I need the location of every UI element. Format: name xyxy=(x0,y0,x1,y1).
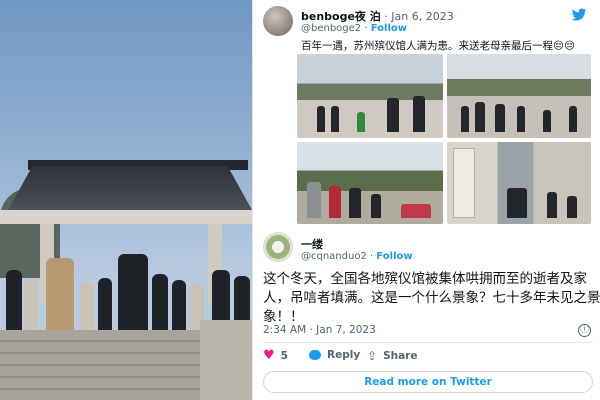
person xyxy=(517,106,525,132)
avatar[interactable] xyxy=(263,6,293,36)
share-button[interactable]: ⇪ Share xyxy=(367,349,418,363)
flower-wreath xyxy=(401,204,431,218)
quoted-author-name[interactable]: 一缕 xyxy=(301,236,323,252)
avatar[interactable] xyxy=(263,232,293,262)
tweet-embed: benboge夜 泊 · Jan 6, 2023 @benboge2 · Fol… xyxy=(252,0,600,400)
green-bin xyxy=(357,112,365,132)
author-handle[interactable]: @benboge2 xyxy=(301,23,361,34)
action-bar: ♥ 5 Reply ⇪ Share xyxy=(263,349,593,365)
date-separator: · xyxy=(380,10,392,23)
pavilion-beam xyxy=(0,210,252,224)
person-in-mourning-robe xyxy=(46,258,74,340)
reply-bubble-icon xyxy=(309,350,321,360)
share-label: Share xyxy=(383,350,418,362)
person xyxy=(495,104,505,132)
share-arrow-icon: ⇪ xyxy=(367,349,378,363)
like-count: 5 xyxy=(280,349,288,362)
person xyxy=(413,96,425,132)
person xyxy=(567,196,577,218)
person xyxy=(349,188,361,218)
stone-wall xyxy=(200,320,252,400)
follow-button[interactable]: Follow xyxy=(371,23,407,34)
person xyxy=(569,106,577,132)
person xyxy=(317,106,325,132)
person xyxy=(307,182,321,218)
timestamp-row: 2:34 AM · Jan 7, 2023 ⓘ xyxy=(263,324,593,340)
twitter-bird-icon[interactable] xyxy=(571,8,587,22)
person-masked xyxy=(507,188,527,218)
person xyxy=(387,98,399,132)
handle-row: @benboge2 · Follow xyxy=(301,23,407,34)
media-photo[interactable] xyxy=(297,142,443,224)
read-more-button[interactable]: Read more on Twitter xyxy=(263,371,593,393)
reply-label: Reply xyxy=(327,349,361,361)
like-button[interactable]: ♥ 5 xyxy=(263,349,288,362)
person xyxy=(118,254,148,340)
follow-separator: · xyxy=(366,251,377,262)
person xyxy=(547,192,557,218)
tweet-date[interactable]: Jan 6, 2023 xyxy=(391,10,453,23)
funeral-home-crowd-photo xyxy=(0,0,252,400)
person xyxy=(329,186,341,218)
tweet-media-grid[interactable] xyxy=(297,54,591,224)
author-row: benboge夜 泊 · Jan 6, 2023 xyxy=(301,8,454,24)
quoted-tweet-header: 一缕 @cqnanduo2 · Follow xyxy=(263,232,593,264)
text-line: 人，吊唁者填满。这是一个什么景象？七十多年未见之景 xyxy=(263,290,600,306)
quoted-author-handle[interactable]: @cqnanduo2 xyxy=(301,251,367,262)
follow-separator: · xyxy=(361,23,371,34)
info-icon[interactable]: ⓘ xyxy=(578,324,591,337)
person xyxy=(543,110,551,132)
reply-button[interactable]: Reply xyxy=(309,349,360,361)
timestamp[interactable]: 2:34 AM · Jan 7, 2023 xyxy=(263,324,376,336)
author-name[interactable]: benboge夜 泊 xyxy=(301,10,381,23)
tweet-text: 百年一遇，苏州殡仪馆人满为患。来送老母亲最后一程😔😔 xyxy=(301,40,575,52)
follow-button[interactable]: Follow xyxy=(376,251,412,262)
media-photo[interactable] xyxy=(447,54,591,138)
text-line: 这个冬天，全国各地殡仪馆被集体哄拥而至的逝者及家 xyxy=(263,271,587,287)
quoted-handle-row: @cqnanduo2 · Follow xyxy=(301,251,413,262)
tweet-header: benboge夜 泊 · Jan 6, 2023 @benboge2 · Fol… xyxy=(263,6,593,40)
media-photo[interactable] xyxy=(447,142,591,224)
heart-icon: ♥ xyxy=(263,348,275,363)
person xyxy=(331,106,339,132)
person xyxy=(461,106,469,132)
quoted-tweet-text: 这个冬天，全国各地殡仪馆被集体哄拥而至的逝者及家 人，吊唁者填满。这是一个什么景… xyxy=(263,270,600,327)
person xyxy=(371,194,381,218)
divider xyxy=(263,342,593,343)
memorial-sign xyxy=(453,148,475,218)
pavilion-roof xyxy=(8,166,252,210)
media-photo[interactable] xyxy=(297,54,443,138)
person xyxy=(475,102,485,132)
